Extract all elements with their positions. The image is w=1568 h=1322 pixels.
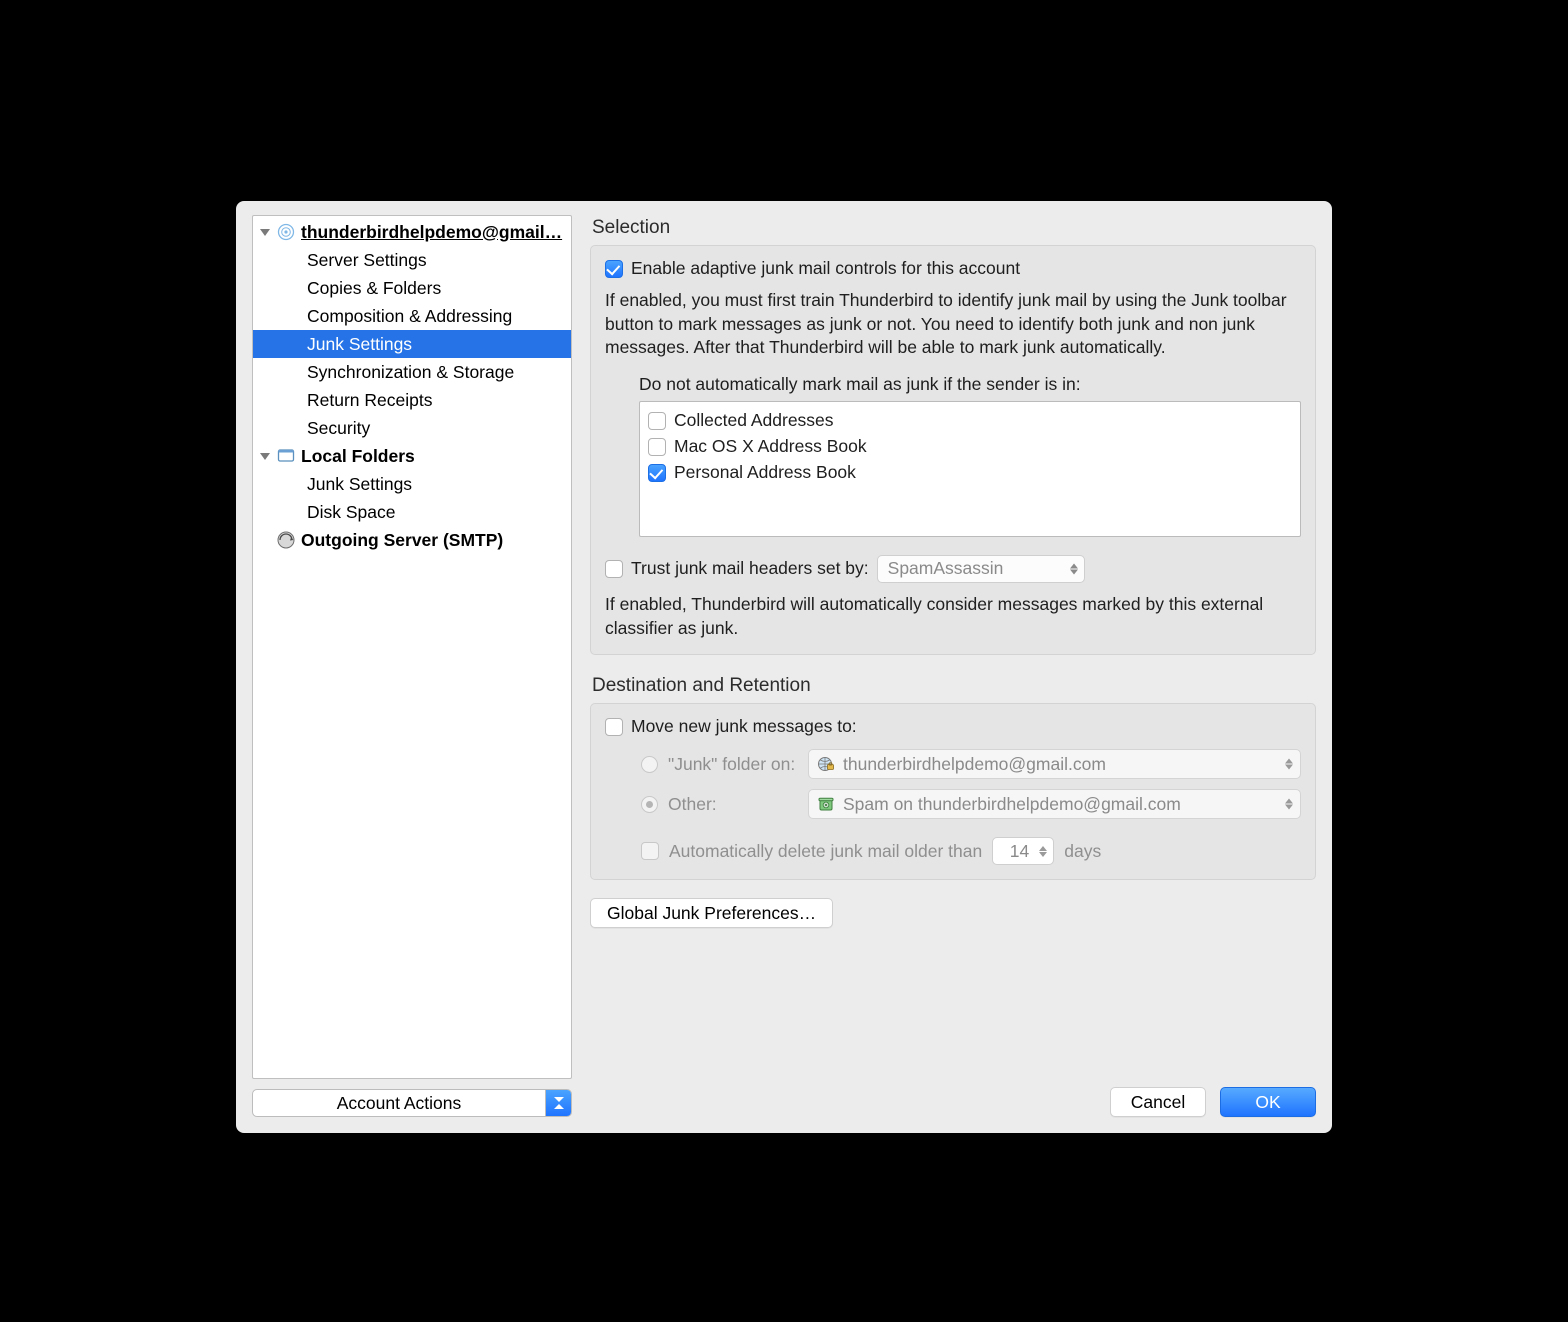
account-row[interactable]: thunderbirdhelpdemo@gmail… xyxy=(253,218,571,246)
local-folders-icon xyxy=(277,447,295,465)
ab-checkbox[interactable] xyxy=(648,412,666,430)
globe-icon xyxy=(817,755,835,773)
auto-delete-days-stepper[interactable]: 14 xyxy=(992,837,1054,865)
selection-help-2: If enabled, Thunderbird will automatical… xyxy=(605,593,1301,640)
local-folders-label: Local Folders xyxy=(301,446,415,467)
account-label: thunderbirdhelpdemo@gmail… xyxy=(301,222,562,243)
auto-delete-unit: days xyxy=(1064,841,1101,862)
move-junk-label: Move new junk messages to: xyxy=(631,716,857,737)
sidebar-item-sync-storage[interactable]: Synchronization & Storage xyxy=(253,358,571,386)
dialog-footer: Cancel OK xyxy=(590,1059,1316,1117)
account-actions-dropdown[interactable]: Account Actions xyxy=(252,1089,572,1117)
account-icon xyxy=(277,223,295,241)
ok-button[interactable]: OK xyxy=(1220,1087,1316,1117)
enable-adaptive-label: Enable adaptive junk mail controls for t… xyxy=(631,258,1020,279)
sidebar-item-junk-settings[interactable]: Junk Settings xyxy=(253,330,571,358)
other-folder-radio[interactable] xyxy=(641,796,658,813)
other-folder-select[interactable]: Spam on thunderbirdhelpdemo@gmail.com xyxy=(808,789,1301,819)
preferences-window: thunderbirdhelpdemo@gmail… Server Settin… xyxy=(236,201,1332,1133)
settings-pane: Selection Enable adaptive junk mail cont… xyxy=(590,215,1316,1117)
ab-item-collected[interactable]: Collected Addresses xyxy=(648,408,1292,434)
smtp-label: Outgoing Server (SMTP) xyxy=(301,530,503,551)
spam-folder-icon xyxy=(817,795,835,813)
ab-item-macos[interactable]: Mac OS X Address Book xyxy=(648,434,1292,460)
cancel-button[interactable]: Cancel xyxy=(1110,1087,1206,1117)
global-junk-prefs-button[interactable]: Global Junk Preferences… xyxy=(590,898,833,928)
smtp-row[interactable]: Outgoing Server (SMTP) xyxy=(253,526,571,554)
other-folder-label: Other: xyxy=(668,794,798,815)
sidebar-item-disk-space[interactable]: Disk Space xyxy=(253,498,571,526)
content-area: thunderbirdhelpdemo@gmail… Server Settin… xyxy=(252,215,1316,1117)
chevron-down-icon[interactable] xyxy=(259,450,271,462)
account-actions-label: Account Actions xyxy=(253,1090,545,1116)
destination-panel: Move new junk messages to: "Junk" folder… xyxy=(590,703,1316,880)
trust-headers-label: Trust junk mail headers set by: xyxy=(631,558,869,579)
sidebar-item-copies-folders[interactable]: Copies & Folders xyxy=(253,274,571,302)
select-arrows-icon xyxy=(1070,563,1078,574)
selection-title: Selection xyxy=(592,217,1316,239)
ab-checkbox[interactable] xyxy=(648,438,666,456)
sidebar-item-return-receipts[interactable]: Return Receipts xyxy=(253,386,571,414)
sidebar-item-security[interactable]: Security xyxy=(253,414,571,442)
sidebar-item-local-junk[interactable]: Junk Settings xyxy=(253,470,571,498)
select-arrows-icon xyxy=(1285,759,1293,770)
junk-folder-select[interactable]: thunderbirdhelpdemo@gmail.com xyxy=(808,749,1301,779)
whitelist-label: Do not automatically mark mail as junk i… xyxy=(639,374,1301,395)
junk-folder-radio[interactable] xyxy=(641,756,658,773)
chevron-down-icon[interactable] xyxy=(259,226,271,238)
sidebar-column: thunderbirdhelpdemo@gmail… Server Settin… xyxy=(252,215,572,1117)
sidebar-item-server-settings[interactable]: Server Settings xyxy=(253,246,571,274)
junk-folder-label: "Junk" folder on: xyxy=(668,754,798,775)
stepper-arrows-icon xyxy=(1039,846,1047,857)
ab-checkbox[interactable] xyxy=(648,464,666,482)
destination-title: Destination and Retention xyxy=(592,675,1316,697)
accounts-tree[interactable]: thunderbirdhelpdemo@gmail… Server Settin… xyxy=(252,215,572,1079)
smtp-icon xyxy=(277,531,295,549)
auto-delete-checkbox[interactable] xyxy=(641,842,659,860)
sidebar-item-composition[interactable]: Composition & Addressing xyxy=(253,302,571,330)
enable-adaptive-checkbox[interactable] xyxy=(605,260,623,278)
local-folders-row[interactable]: Local Folders xyxy=(253,442,571,470)
account-actions-arrow[interactable] xyxy=(545,1090,571,1116)
window-shadow: thunderbirdhelpdemo@gmail… Server Settin… xyxy=(196,157,1372,1165)
select-arrows-icon xyxy=(1285,799,1293,810)
trust-headers-select[interactable]: SpamAssassin xyxy=(877,555,1085,583)
selection-help-1: If enabled, you must first train Thunder… xyxy=(605,289,1301,360)
address-book-list[interactable]: Collected Addresses Mac OS X Address Boo… xyxy=(639,401,1301,537)
selection-panel: Enable adaptive junk mail controls for t… xyxy=(590,245,1316,655)
trust-headers-checkbox[interactable] xyxy=(605,560,623,578)
move-junk-checkbox[interactable] xyxy=(605,718,623,736)
auto-delete-label: Automatically delete junk mail older tha… xyxy=(669,841,982,862)
ab-item-personal[interactable]: Personal Address Book xyxy=(648,460,1292,486)
